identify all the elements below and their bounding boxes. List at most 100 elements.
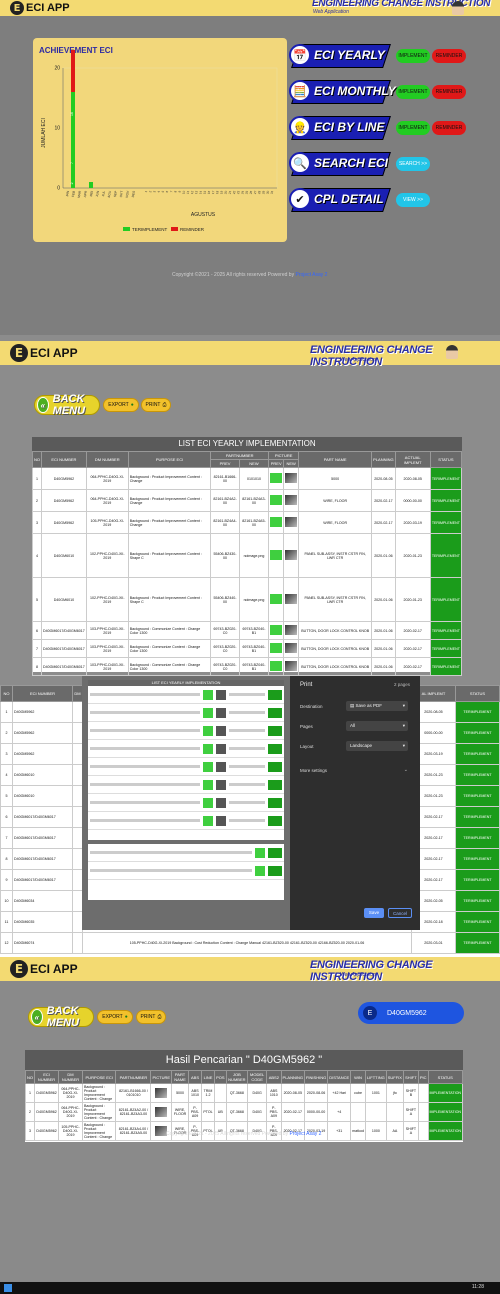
chevron-down-icon: ▾ <box>402 743 405 748</box>
picture-thumb[interactable] <box>270 517 283 527</box>
back-menu-button[interactable]: «BACK MENU <box>28 1005 94 1029</box>
cell-picture-new <box>283 467 300 490</box>
yearly-implement-button[interactable]: IMPLEMENT <box>396 49 430 63</box>
cell-dm <box>72 764 83 786</box>
status-badge: TERIMPLEMENT <box>429 489 463 512</box>
footer-link[interactable]: Project Asay 2 <box>295 272 327 278</box>
app-logo-3[interactable]: E ECI APP <box>10 957 78 981</box>
cell-picture-new <box>283 621 300 640</box>
search-go-button[interactable]: SEARCH >> <box>396 157 430 171</box>
table-cell: 2020-02-17 <box>280 1102 305 1122</box>
check-icon: ✔ <box>289 188 311 210</box>
table-cell: D40GM5962 <box>33 1083 60 1103</box>
column-header: DM NUMBER <box>58 1070 83 1084</box>
pages-select[interactable]: All ▾ <box>346 721 408 731</box>
chevron-down-icon: ▾ <box>402 723 405 728</box>
picture-thumb[interactable] <box>270 625 283 635</box>
cell-new: 69743-BZ040-B1 <box>238 657 270 676</box>
cell-no: 8 <box>0 848 13 870</box>
logo-text: ECI APP <box>26 2 70 14</box>
picture-thumb[interactable] <box>285 594 298 604</box>
picture-thumb[interactable] <box>285 550 298 560</box>
view-button[interactable]: VIEW >> <box>396 193 430 207</box>
column-header: WIN <box>350 1070 366 1084</box>
monthly-reminder-button[interactable]: REMINDER <box>432 85 466 99</box>
cell-picture-prev <box>268 621 285 640</box>
table-row: 12 D40GM6074 105-PPHC-D40G-XI-2019 Backgro… <box>0 932 500 954</box>
worker-icon: 👷 <box>289 116 311 138</box>
cell-prev: 55406-BZ430-00 <box>210 533 240 578</box>
app-logo-2[interactable]: E ECI APP <box>10 341 78 365</box>
yearly-reminder-button[interactable]: REMINDER <box>432 49 466 63</box>
export-button[interactable]: EXPORT ● <box>103 398 139 412</box>
cell-dm: 103-PPHC-D40G-XII-2019 <box>85 639 129 658</box>
line-reminder-button[interactable]: REMINDER <box>432 121 466 135</box>
col-purpose: PURPOSE ECI <box>127 451 212 468</box>
export-button[interactable]: EXPORT ● <box>97 1010 133 1024</box>
cell-planning: 2020-01-06 <box>371 639 396 658</box>
cell-partname: PANEL SUB-ASSY, INSTR CSTR FIN, LWR CTR <box>298 533 373 578</box>
app-logo[interactable]: E ECI APP <box>10 0 70 16</box>
picture-thumb <box>255 865 265 876</box>
print-button[interactable]: PRINT ⎙ <box>136 1010 166 1024</box>
status-badge: TERIMPLEMENT <box>455 911 500 933</box>
preview-row <box>88 776 284 794</box>
more-settings[interactable]: More settings <box>300 768 327 773</box>
picture-thumb[interactable] <box>270 594 283 604</box>
footer: Copyright ©2021 - 2025 All rights reserv… <box>172 272 327 278</box>
back-menu-button[interactable]: «BACK MENU <box>34 393 100 417</box>
footer-link[interactable]: Project Asay 2 <box>289 1131 321 1137</box>
user-avatar-icon[interactable] <box>446 345 458 359</box>
search-input[interactable]: E D40GM5962 <box>358 1002 464 1024</box>
printer-icon: ⎙ <box>162 402 167 408</box>
picture-thumb[interactable] <box>270 661 283 671</box>
table-cell <box>364 1102 387 1122</box>
cell-picture-new <box>283 639 300 658</box>
picture-thumb[interactable] <box>285 473 298 483</box>
cell-eci: D40GM6034 <box>12 890 73 912</box>
layout-select[interactable]: Landscape ▾ <box>346 741 408 751</box>
picture-thumb[interactable] <box>285 517 298 527</box>
cell-no: 11 <box>0 911 13 933</box>
monthly-implement-button[interactable]: IMPLEMENT <box>396 85 430 99</box>
destination-select[interactable]: ▤ Save as PDF ▾ <box>346 701 408 711</box>
picture-thumb[interactable] <box>285 661 298 671</box>
picture-thumb[interactable] <box>285 495 298 505</box>
picture-thumb[interactable] <box>155 1087 168 1098</box>
y-axis-label: JUMLAH ECI <box>41 118 47 148</box>
status-badge <box>268 847 282 858</box>
picture-thumb[interactable] <box>270 473 283 483</box>
start-icon[interactable] <box>4 1284 12 1292</box>
table-cell: ABS 1010 <box>188 1083 202 1103</box>
picture-thumb[interactable] <box>155 1106 168 1117</box>
footer-text: Copyright ©2021 - 2025 All rights reserv… <box>166 1131 290 1137</box>
bar-data-label: 16 <box>70 112 74 116</box>
picture-thumb[interactable] <box>270 550 283 560</box>
cell-dm <box>72 806 83 828</box>
picture-thumb[interactable] <box>270 495 283 505</box>
save-button[interactable]: Save <box>364 908 384 918</box>
cell-no: 6 <box>32 621 42 640</box>
cell-picture-prev <box>268 489 285 512</box>
bar-data-label: 7 <box>70 162 74 164</box>
picture-thumb[interactable] <box>285 643 298 653</box>
line-implement-button[interactable]: IMPLEMENT <box>396 121 430 135</box>
cell-picture-new <box>283 577 300 622</box>
column-header: JOB NUMBER <box>225 1070 249 1084</box>
table-cell: 0000-00-00 <box>303 1102 329 1122</box>
chevron-down-icon[interactable]: ⌄ <box>404 767 408 773</box>
print-button[interactable]: PRINT ⎙ <box>141 398 171 412</box>
status-badge: TERIMPLEMENT <box>455 869 500 891</box>
picture-thumb[interactable] <box>285 625 298 635</box>
cell-picture <box>150 1102 173 1122</box>
cell-purpose: Background : Product Improvement Content… <box>127 533 212 578</box>
user-avatar-icon[interactable] <box>452 1 464 15</box>
picture-thumb <box>202 797 213 808</box>
table-cell <box>214 1083 227 1103</box>
picture-thumb[interactable] <box>270 643 283 653</box>
cancel-button[interactable]: Cancel <box>388 908 412 918</box>
picture-thumb <box>215 743 226 754</box>
cell-new: noimage.png <box>238 533 270 578</box>
status-badge <box>268 725 282 736</box>
search-result-title: Hasil Pencarian " D40GM5962 " <box>25 1050 463 1070</box>
